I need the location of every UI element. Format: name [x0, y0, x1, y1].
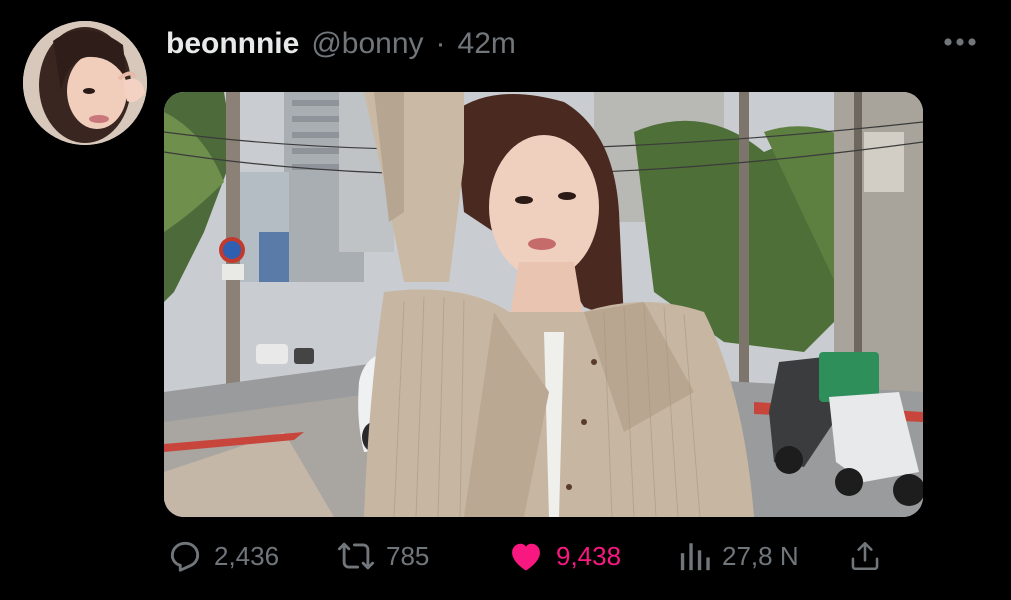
avatar-image — [23, 21, 147, 145]
reply-icon — [170, 541, 200, 572]
display-name[interactable]: beonnnie — [166, 24, 299, 64]
like-count: 9,438 — [556, 540, 622, 571]
retweet-icon — [337, 542, 375, 570]
timestamp[interactable]: 42m — [458, 24, 516, 64]
like-button[interactable]: 9,438 — [506, 531, 621, 581]
more-dots-icon — [944, 38, 976, 46]
more-button[interactable] — [943, 28, 977, 56]
user-handle[interactable]: @bonny — [311, 24, 423, 64]
heart-filled-icon — [512, 543, 540, 571]
action-bar: 2,436 785 9,438 27,8 N — [166, 531, 926, 581]
share-button[interactable] — [848, 531, 882, 581]
views-icon — [680, 543, 710, 571]
retweet-button[interactable]: 785 — [336, 531, 429, 581]
reply-button[interactable]: 2,436 — [166, 531, 279, 581]
retweet-count: 785 — [386, 540, 430, 571]
avatar[interactable] — [23, 21, 147, 145]
tweet-card: beonnnie @bonny · 42m 2,436 785 9,438 27… — [0, 0, 1011, 600]
views-count: 27,8 N — [722, 540, 799, 571]
share-icon — [851, 541, 879, 571]
tweet-header: beonnnie @bonny · 42m — [166, 24, 516, 64]
tweet-media[interactable] — [164, 92, 923, 517]
tweet-photo — [164, 92, 923, 517]
views-button[interactable]: 27,8 N — [678, 531, 799, 581]
reply-count: 2,436 — [214, 540, 280, 571]
separator-dot: · — [435, 27, 446, 60]
